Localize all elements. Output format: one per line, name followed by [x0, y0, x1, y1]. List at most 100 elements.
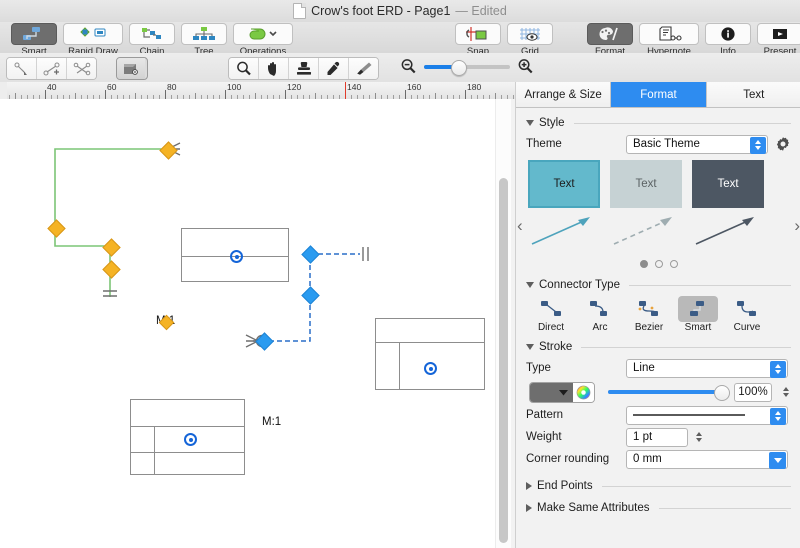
cut-connector-tool[interactable] [67, 58, 96, 79]
disclosure-triangle-down-icon [526, 120, 534, 126]
stroke-weight-stepper[interactable] [693, 429, 705, 446]
stroke-opacity-slider[interactable] [608, 385, 730, 401]
shape-properties-tool[interactable] [117, 58, 145, 79]
color-wheel-icon[interactable] [573, 382, 594, 402]
gear-icon[interactable] [775, 136, 791, 152]
stroke-pattern-row: Pattern [516, 404, 800, 426]
disclosure-triangle-down-icon [526, 282, 534, 288]
toolbar-button-format[interactable]: Format [584, 22, 636, 57]
connector-type-direct[interactable]: Direct [528, 296, 574, 333]
chevron-right-icon[interactable]: › [794, 216, 800, 236]
entity-top[interactable] [181, 228, 289, 282]
stroke-opacity-control: 100% [608, 382, 791, 402]
page-dot-1[interactable] [639, 260, 648, 268]
tools-toolbar [0, 53, 800, 83]
stroke-type-stepper[interactable] [770, 360, 786, 378]
toolbar-left-group: Smart Rapid Draw Chain Tree Operations [8, 22, 296, 57]
shape-properties-group [116, 57, 148, 80]
entity-bottom-left[interactable] [130, 399, 245, 475]
operations-icon [249, 28, 277, 40]
pointer-node-icon [14, 62, 27, 75]
toolbar-button-present[interactable]: Present [754, 22, 800, 57]
hand-tool[interactable] [259, 58, 289, 79]
stamp-tool[interactable] [289, 58, 319, 79]
theme-arrow-1[interactable] [528, 210, 600, 258]
theme-arrow-previews: ‹ › [516, 208, 800, 258]
zoom-slider-thumb[interactable] [451, 59, 467, 76]
theme-swatch-3[interactable]: Text [692, 160, 764, 208]
tab-format[interactable]: Format [611, 82, 707, 107]
stroke-weight-input[interactable]: 1 pt [626, 427, 688, 447]
stroke-opacity-thumb[interactable] [714, 385, 730, 401]
tree-icon [193, 27, 215, 40]
page-dot-3[interactable] [669, 260, 678, 268]
stroke-opacity-stepper[interactable] [780, 384, 791, 401]
stroke-opacity-value[interactable]: 100% [734, 382, 772, 402]
connector-type-smart[interactable]: Smart [675, 296, 721, 333]
add-point-tool[interactable] [37, 58, 67, 79]
theme-select[interactable]: Basic Theme [626, 134, 768, 154]
entity-right[interactable] [375, 318, 485, 390]
toolbar-button-operations[interactable]: Operations [230, 22, 296, 57]
theme-swatch-1[interactable]: Text [528, 160, 600, 208]
connector-type-curve[interactable]: Curve [724, 296, 770, 333]
zoom-in-icon[interactable] [517, 58, 534, 75]
theme-arrow-3[interactable] [692, 210, 764, 258]
connector-blue-label[interactable]: M:1 [262, 416, 281, 428]
connector-type-curve-label: Curve [733, 322, 761, 333]
toolbar-button-snap[interactable]: Snap [452, 22, 504, 57]
toolbar-button-hypernote[interactable]: Hypernote [636, 22, 702, 57]
paintbrush-tool[interactable] [349, 58, 378, 79]
theme-value: Basic Theme [633, 138, 700, 150]
pattern-preview-solid-line [633, 414, 745, 416]
toolbar-button-info[interactable]: Info [702, 22, 754, 57]
hypernote-icon [659, 26, 682, 41]
section-make-same-attributes-header[interactable]: Make Same Attributes [516, 499, 800, 517]
section-stroke-header[interactable]: Stroke [516, 338, 800, 356]
connector-green-selected[interactable] [54, 142, 181, 297]
chevron-left-icon[interactable]: ‹ [517, 216, 523, 236]
theme-stepper[interactable] [750, 136, 766, 154]
theme-arrow-2[interactable] [610, 210, 682, 258]
stroke-color-swatch[interactable] [530, 382, 573, 402]
vertical-scrollbar-thumb[interactable] [499, 178, 508, 543]
format-palette-icon [599, 27, 618, 41]
zoom-out-icon[interactable] [400, 58, 417, 75]
connector-type-arc-label: Arc [592, 322, 608, 333]
stroke-type-label: Type [526, 362, 551, 374]
toolbar-button-rapid-draw[interactable]: Rapid Draw [60, 22, 126, 57]
theme-page-dots [516, 260, 800, 268]
horizontal-ruler[interactable]: 40 60 80 100 120 140 160 180 [0, 82, 515, 100]
connector-smart-icon [690, 301, 704, 316]
stroke-type-select[interactable]: Line [626, 358, 788, 378]
stroke-corner-select[interactable]: 0 mm [626, 449, 788, 469]
toolbar-button-tree[interactable]: Tree [178, 22, 230, 57]
stroke-pattern-select[interactable] [626, 405, 788, 425]
connector-type-bezier[interactable]: Bezier [626, 296, 672, 333]
zoom-slider[interactable] [424, 59, 510, 76]
tab-arrange-size[interactable]: Arrange & Size [516, 82, 612, 107]
connector-type-bezier-label: Bezier [634, 322, 664, 333]
zoom-tool[interactable] [229, 58, 259, 79]
tab-text[interactable]: Text [706, 82, 800, 107]
theme-swatch-2[interactable]: Text [610, 160, 682, 208]
page-dot-2[interactable] [654, 260, 663, 268]
stroke-corner-caret[interactable] [769, 451, 786, 469]
present-icon [773, 29, 787, 39]
eyedropper-tool[interactable] [319, 58, 349, 79]
stroke-pattern-stepper[interactable] [770, 407, 786, 425]
disclosure-triangle-right-icon [526, 504, 532, 512]
toolbar-button-chain[interactable]: Chain [126, 22, 178, 57]
section-connector-type-header[interactable]: Connector Type [516, 276, 800, 294]
connector-type-arc[interactable]: Arc [577, 296, 623, 333]
diagram-canvas[interactable]: M:1 M:1 [0, 99, 515, 548]
vertical-scrollbar[interactable] [495, 99, 511, 548]
stroke-color-button[interactable] [529, 381, 595, 403]
pointer-node-tool[interactable] [7, 58, 37, 79]
section-style-header[interactable]: Style [516, 114, 800, 132]
toolbar-button-smart[interactable]: Smart [8, 22, 60, 57]
page-title: Crow's foot ERD - Page1 [311, 4, 451, 18]
section-end-points-header[interactable]: End Points [516, 477, 800, 495]
paintbrush-icon [356, 62, 371, 75]
toolbar-button-grid[interactable]: Grid [504, 22, 556, 57]
